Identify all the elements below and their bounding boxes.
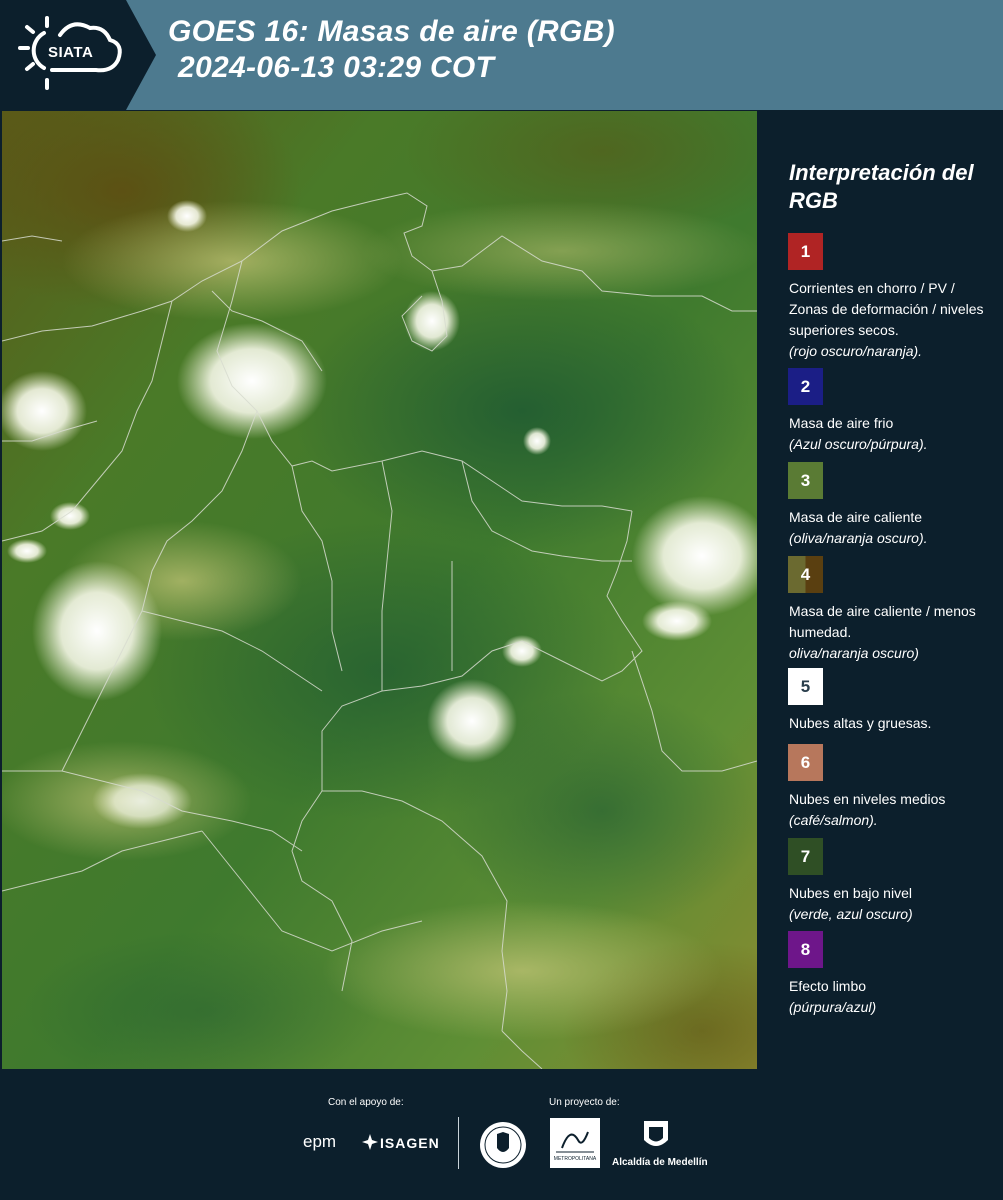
rgb-legend-panel: Interpretación del RGB 1 Corrientes en c… <box>760 111 1003 1069</box>
legend-text-2: Masa de aire frio <box>789 415 894 431</box>
legend-swatch-7: 7 <box>788 838 823 875</box>
isagen-logo: ISAGEN <box>380 1135 440 1151</box>
legend-swatch-5: 5 <box>788 668 823 705</box>
legend-text-4: Masa de aire caliente / menos humedad. <box>789 603 976 640</box>
legend-note-3: (oliva/naranja oscuro). <box>789 530 928 546</box>
legend-note-8: (púrpura/azul) <box>789 999 877 1015</box>
legend-swatch-6: 6 <box>788 744 823 781</box>
legend-entry-3: Masa de aire caliente (oliva/naranja osc… <box>789 507 994 549</box>
legend-entry-5: Nubes altas y gruesas. <box>789 713 994 734</box>
legend-entry-1: Corrientes en chorro / PV / Zonas de def… <box>789 278 994 362</box>
page-title: GOES 16: Masas de aire (RGB) 2024-06-13 … <box>168 14 615 86</box>
legend-title: Interpretación del RGB <box>789 160 974 213</box>
area-metropolitana-logo: METROPOLITANA <box>550 1118 600 1168</box>
legend-text-6: Nubes en niveles medios <box>789 791 946 807</box>
legend-note-2: (Azul oscuro/púrpura). <box>789 436 928 452</box>
legend-text-7: Nubes en bajo nivel <box>789 885 912 901</box>
legend-note-6: (café/salmon). <box>789 812 878 828</box>
legend-entry-6: Nubes en niveles medios (café/salmon). <box>789 789 994 831</box>
legend-text-8: Efecto limbo <box>789 978 867 994</box>
footer-divider <box>458 1117 459 1169</box>
amva-logo-text: METROPOLITANA <box>554 1156 597 1162</box>
legend-entry-8: Efecto limbo (púrpura/azul) <box>789 976 994 1018</box>
legend-note-1: (rojo oscuro/naranja). <box>789 343 923 359</box>
legend-text-1: Corrientes en chorro / PV / Zonas de def… <box>789 280 984 338</box>
legend-swatch-1: 1 <box>788 233 823 270</box>
legend-swatch-4: 4 <box>788 556 823 593</box>
medellin-crest-icon <box>644 1121 668 1146</box>
epm-logo: epm <box>303 1132 337 1151</box>
legend-note-7: (verde, azul oscuro) <box>789 906 913 922</box>
title-timestamp: 2024-06-13 03:29 COT <box>178 51 495 84</box>
legend-text-3: Masa de aire caliente <box>789 509 923 525</box>
siata-logo-text: SIATA <box>48 44 94 61</box>
legend-entry-4: Masa de aire caliente / menos humedad. o… <box>789 601 994 664</box>
isagen-logo-icon <box>362 1134 378 1150</box>
legend-swatch-3: 3 <box>788 462 823 499</box>
legend-entry-7: Nubes en bajo nivel (verde, azul oscuro) <box>789 883 994 925</box>
alcaldia-medellin-logo: Alcaldía de Medellín <box>612 1157 708 1168</box>
legend-entry-2: Masa de aire frio (Azul oscuro/púrpura). <box>789 413 994 455</box>
project-label: Un proyecto de: <box>549 1097 620 1108</box>
siata-seal-icon <box>480 1122 526 1168</box>
support-label: Con el apoyo de: <box>328 1097 404 1108</box>
legend-swatch-2: 2 <box>788 368 823 405</box>
legend-text-5: Nubes altas y gruesas. <box>789 715 932 731</box>
header-bar: SIATA GOES 16: Masas de aire (RGB) 2024-… <box>0 0 1003 110</box>
title-product: GOES 16: Masas de aire (RGB) <box>168 15 615 48</box>
satellite-rgb-map <box>2 111 757 1069</box>
legend-note-4: oliva/naranja oscuro) <box>789 645 919 661</box>
legend-swatch-8: 8 <box>788 931 823 968</box>
footer-sponsors: Con el apoyo de: Un proyecto de: epm ISA… <box>0 1070 1003 1200</box>
